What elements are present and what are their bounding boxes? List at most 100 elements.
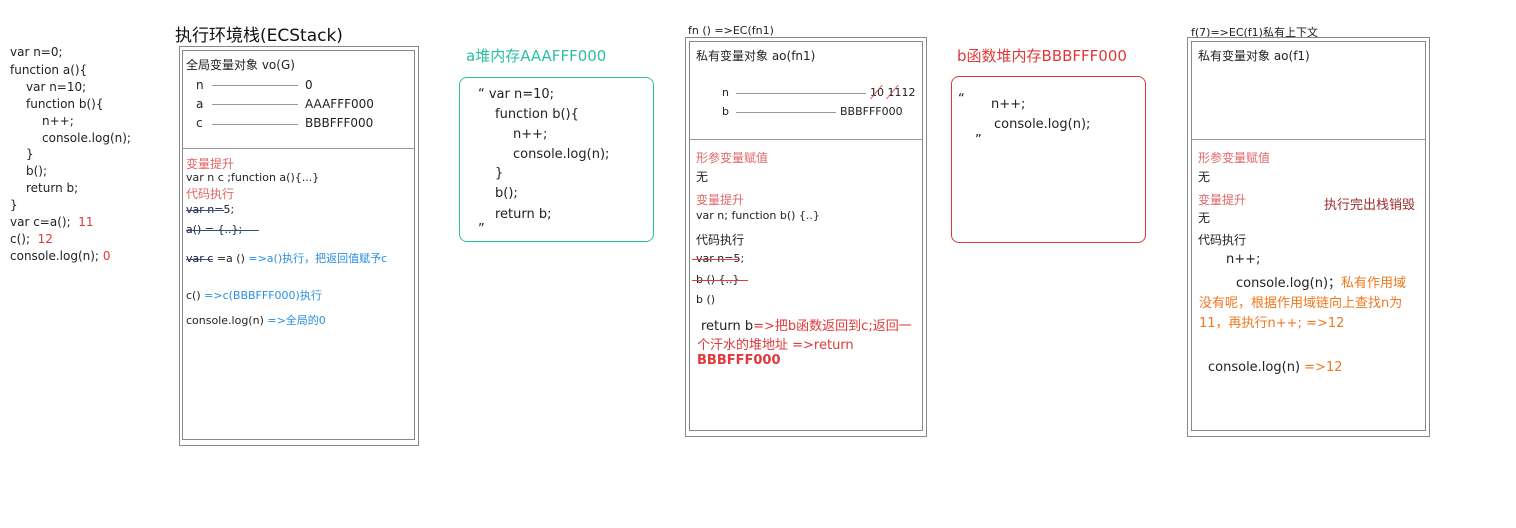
exec-line: b () [696, 293, 716, 306]
exec-line-struck: a() = {..}; [186, 223, 259, 236]
code-line: n++; [42, 114, 74, 128]
vo-title: 全局变量对象 vo(G) [186, 58, 295, 72]
code-text: c(); [10, 232, 31, 246]
pointer-line [736, 112, 836, 113]
exec-line-struck: var n=5; [692, 252, 744, 265]
var-value: AAAFFF000 [305, 97, 374, 111]
ecstack-inner-box [182, 50, 415, 440]
heap-a-line: function b(){ [495, 107, 579, 122]
exec-line: var c =a () =>a()执行，把返回值赋予c [186, 250, 387, 266]
code-line: var n=0; [10, 45, 63, 59]
exec-struck-part: var c [186, 252, 214, 265]
result-annotation: 11 [78, 215, 94, 229]
code-line: console.log(n); 0 [10, 249, 110, 263]
ec-fn1-caption: fn () =>EC(fn1) [688, 24, 774, 37]
exec-line-struck: var n=5; [186, 203, 234, 216]
exec-annotation: =>c(BBBFFF000)执行 [204, 289, 322, 302]
code-line: console.log(n); [42, 131, 131, 145]
heap-b-line: console.log(n); [994, 117, 1091, 132]
exec-annotation: =>全局的0 [267, 314, 326, 327]
return-annotation: 个汗水的堆地址 =>return [697, 338, 854, 353]
exec-text: console.log(n)； [1236, 276, 1342, 291]
code-line: b(); [26, 164, 48, 178]
strikethrough [186, 230, 259, 231]
result-annotation: 12 [37, 232, 53, 246]
exec-line: console.log(n) =>12 [1208, 360, 1342, 375]
hoist-label: 变量提升 [1198, 193, 1247, 207]
var-name: c [196, 116, 203, 130]
exec-text: console.log(n) [186, 314, 268, 327]
heap-a-title: a堆内存AAAFFF000 [466, 47, 607, 65]
var-value: BBBFFF000 [840, 105, 903, 118]
heap-b-line: ” [975, 133, 982, 148]
section-divider [1191, 139, 1426, 140]
exec-annotation: =>12 [1304, 360, 1343, 375]
ecstack-title: 执行环境栈(ECStack) [175, 26, 343, 46]
var-value: BBBFFF000 [305, 116, 374, 130]
strikethrough [186, 259, 214, 260]
heap-a-line: return b; [495, 207, 552, 222]
code-line: } [26, 147, 34, 161]
exec-line: n++; [1226, 252, 1261, 267]
hoist-label: 变量提升 [696, 193, 745, 207]
pointer-line [212, 85, 298, 86]
exec-line: console.log(n)；私有作用域 [1236, 272, 1406, 291]
ao-fn1-title: 私有变量对象 ao(fn1) [696, 49, 816, 63]
param-label: 形参变量赋值 [1198, 151, 1271, 165]
var-name: a [196, 97, 204, 111]
ao-f1-title: 私有变量对象 ao(f1) [1198, 49, 1310, 63]
return-address: BBBFFF000 [697, 353, 781, 368]
exec-text: c() [186, 289, 205, 302]
hoist-code: var n; function b() {..} [696, 209, 820, 222]
code-line: function a(){ [10, 63, 88, 77]
var-value: 0 [305, 78, 313, 92]
code-line: var c=a(); 11 [10, 215, 94, 229]
strikethrough [692, 259, 740, 260]
heap-a-line: n++; [513, 127, 548, 142]
exec-label: 代码执行 [186, 187, 235, 201]
heap-a-line: “ var n=10; [478, 87, 555, 102]
destroy-note: 执行完出栈销毁 [1324, 198, 1416, 213]
code-line: return b; [26, 181, 79, 195]
var-name: n [196, 78, 204, 92]
heap-a-line: console.log(n); [513, 147, 610, 162]
exec-text: =a () [213, 252, 249, 265]
code-line: function b(){ [26, 97, 104, 111]
exec-label: 代码执行 [696, 233, 745, 247]
heap-a-line: } [495, 166, 504, 181]
heap-b-box [951, 76, 1146, 243]
exec-annotation: 没有呢，根据作用域链向上查找n为 [1199, 296, 1403, 311]
pointer-line [212, 124, 298, 125]
heap-a-line: ” [478, 222, 485, 237]
param-value: 无 [696, 170, 709, 184]
exec-annotation: 私有作用域 [1341, 276, 1407, 291]
exec-label: 代码执行 [1198, 233, 1247, 247]
exec-line-struck: b () {..} [692, 273, 748, 286]
code-line: c(); 12 [10, 232, 53, 246]
exec-line: c() =>c(BBBFFF000)执行 [186, 287, 322, 303]
param-value: 无 [1198, 170, 1211, 184]
section-divider [182, 148, 415, 149]
hoist-label: 变量提升 [186, 157, 235, 171]
strikethrough [186, 210, 224, 211]
exec-line: console.log(n) =>全局的0 [186, 312, 326, 328]
code-line: var n=10; [26, 80, 87, 94]
code-text: console.log(n); [10, 249, 99, 263]
return-line: return b=>把b函数返回到c;返回一 [701, 315, 912, 334]
param-label: 形参变量赋值 [696, 151, 769, 165]
return-text: return b [701, 319, 754, 334]
strikethrough [692, 280, 748, 281]
heap-b-title: b函数堆内存BBBFFF000 [957, 47, 1127, 65]
var-value: 10 1112 [870, 85, 916, 99]
section-divider [689, 139, 923, 140]
pointer-line [212, 104, 298, 105]
code-line: } [10, 198, 18, 212]
heap-b-line: n++; [991, 97, 1026, 112]
hoist-value: 无 [1198, 211, 1211, 225]
exec-annotation: =>a()执行，把返回值赋予c [248, 252, 388, 265]
var-name: n [722, 86, 729, 99]
return-annotation: =>把b函数返回到c;返回一 [753, 319, 912, 334]
result-annotation: 0 [102, 249, 111, 263]
exec-annotation: 11，再执行n++; =>12 [1199, 316, 1345, 331]
pointer-line [736, 93, 866, 94]
